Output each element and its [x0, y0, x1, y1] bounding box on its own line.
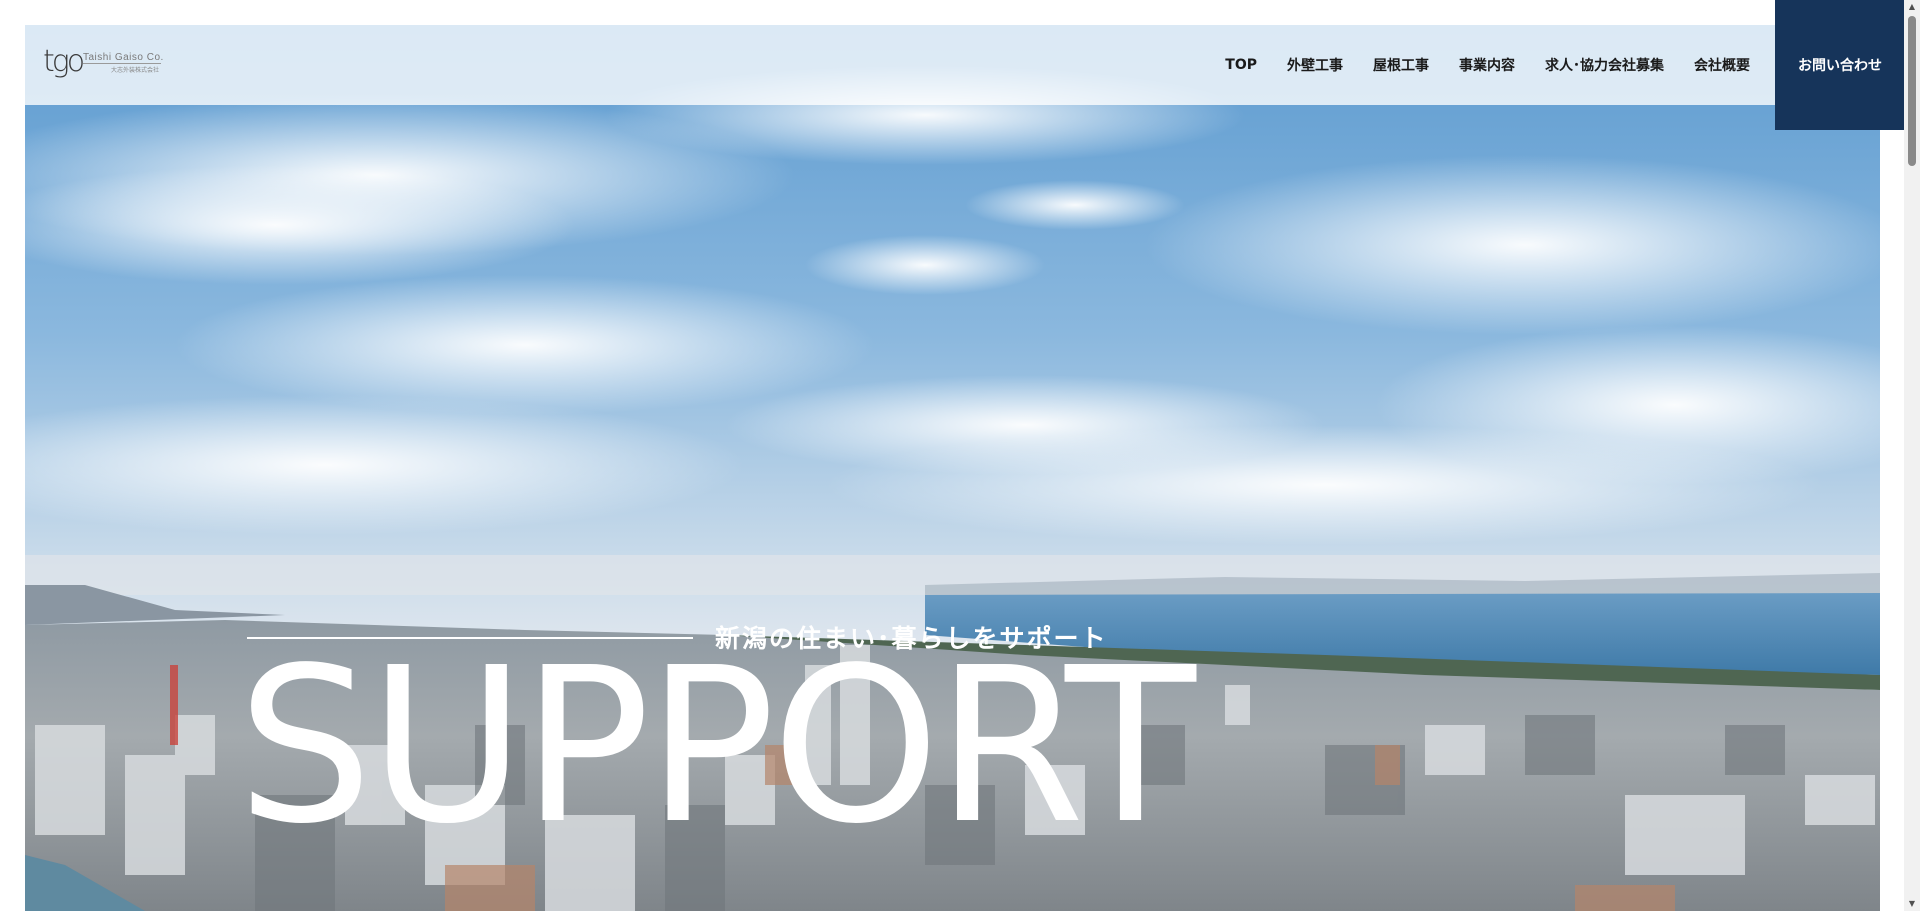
nav-item-top[interactable]: TOP — [1225, 57, 1257, 73]
logo-company-name: Taishi Gaiso Co. — [83, 52, 164, 63]
hero-headline: SUPPORT — [237, 622, 1196, 871]
contact-button[interactable]: お問い合わせ — [1775, 0, 1905, 130]
logo-divider — [83, 63, 161, 64]
triangle-down-icon[interactable]: ▼ — [1904, 897, 1920, 911]
triangle-up-icon[interactable]: ▲ — [1904, 0, 1920, 14]
hero-section: tgo Taishi Gaiso Co. 大志外装株式会社 TOP 外壁工事 屋… — [25, 25, 1880, 911]
page-scrollbar[interactable]: ▲ ▼ — [1904, 0, 1920, 911]
site-logo[interactable]: tgo Taishi Gaiso Co. 大志外装株式会社 — [43, 47, 163, 87]
logo-mark: tgo — [43, 44, 85, 79]
page: tgo Taishi Gaiso Co. 大志外装株式会社 TOP 外壁工事 屋… — [0, 0, 1920, 911]
nav-item-roof[interactable]: 屋根工事 — [1373, 55, 1429, 75]
site-header: tgo Taishi Gaiso Co. 大志外装株式会社 TOP 外壁工事 屋… — [25, 25, 1880, 105]
logo-subtitle: 大志外装株式会社 — [111, 67, 160, 74]
nav-item-services[interactable]: 事業内容 — [1459, 55, 1515, 75]
nav-item-company[interactable]: 会社概要 — [1694, 55, 1750, 75]
scrollbar-thumb[interactable] — [1908, 16, 1916, 166]
nav-item-recruit[interactable]: 求人･協力会社募集 — [1545, 55, 1664, 75]
main-nav: TOP 外壁工事 屋根工事 事業内容 求人･協力会社募集 会社概要 — [1195, 25, 1750, 105]
nav-item-exterior-wall[interactable]: 外壁工事 — [1287, 55, 1343, 75]
